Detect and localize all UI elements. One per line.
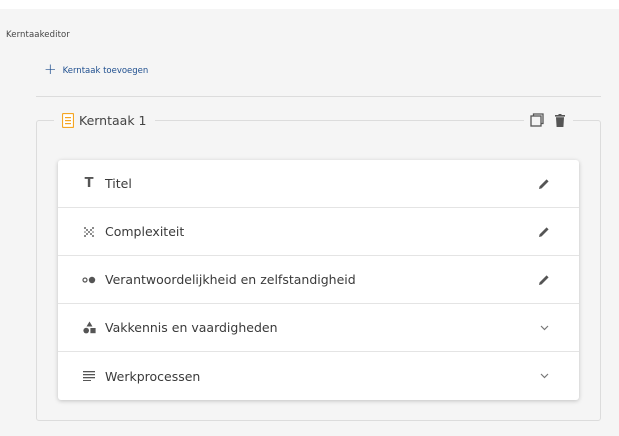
section-label: Werkprocessen <box>105 368 201 384</box>
delete-button[interactable] <box>555 113 565 127</box>
kerntaak-actions <box>524 111 573 129</box>
add-kerntaak-link[interactable]: + Kerntaak toevoegen <box>44 60 149 78</box>
shapes-icon <box>82 321 96 335</box>
section-label: Verantwoordelijkheid en zelfstandigheid <box>105 272 356 287</box>
section-label: Complexiteit <box>105 224 185 239</box>
copy-icon <box>530 113 544 127</box>
edit-icon[interactable] <box>537 225 551 239</box>
editor-label: Kerntaakeditor <box>6 30 70 40</box>
document-icon <box>62 112 74 128</box>
text-icon: T <box>84 176 94 191</box>
edit-icon[interactable] <box>537 273 551 287</box>
section-label: Titel <box>105 176 132 191</box>
plus-icon: + <box>44 60 57 78</box>
section-row-complexiteit[interactable]: Complexiteit <box>58 208 579 256</box>
section-label: Vakkennis en vaardigheden <box>105 320 278 335</box>
section-row-vakkennis[interactable]: Vakkennis en vaardigheden <box>58 304 579 352</box>
complexity-icon <box>82 225 96 239</box>
kerntaak-sections-list: T Titel Complexiteit Verantwoordelijkhei… <box>58 160 579 400</box>
add-kerntaak-label: Kerntaak toevoegen <box>62 65 149 76</box>
list-icon <box>82 369 96 383</box>
edit-icon[interactable] <box>537 177 551 191</box>
chevron-down-icon[interactable] <box>537 321 551 335</box>
duplicate-button[interactable] <box>530 113 544 127</box>
trash-icon <box>555 113 565 127</box>
kerntaak-title: Kerntaak 1 <box>79 112 147 128</box>
divider <box>36 96 601 97</box>
kerntaak-header: Kerntaak 1 <box>54 111 155 129</box>
responsibility-icon <box>82 273 96 287</box>
chevron-down-icon[interactable] <box>537 369 551 383</box>
section-row-verantwoordelijkheid[interactable]: Verantwoordelijkheid en zelfstandigheid <box>58 256 579 304</box>
section-row-titel[interactable]: T Titel <box>58 160 579 208</box>
section-row-werkprocessen[interactable]: Werkprocessen <box>58 352 579 400</box>
